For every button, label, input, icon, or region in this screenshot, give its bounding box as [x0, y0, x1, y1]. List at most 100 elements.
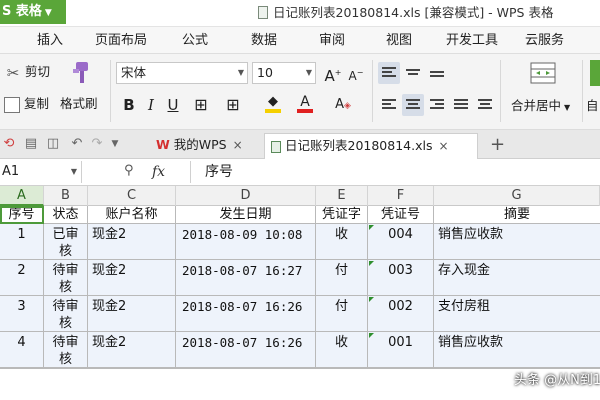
menu-insert[interactable]: 插入 — [37, 27, 63, 54]
align-right-button[interactable] — [426, 94, 448, 116]
cell-seq[interactable]: 2 — [0, 260, 44, 296]
ribbon-divider — [500, 60, 501, 122]
column-header-f[interactable]: F — [368, 186, 434, 206]
undo-icon[interactable]: ↶ — [68, 135, 86, 153]
cell-voucher-type[interactable]: 收 — [316, 224, 368, 260]
close-icon[interactable]: × — [233, 138, 243, 152]
cell-voucher-no[interactable]: 003 — [368, 260, 434, 296]
menu-page-layout[interactable]: 页面布局 — [95, 27, 147, 54]
new-tab-button[interactable]: + — [484, 133, 505, 159]
app-menu-button[interactable]: S 表格 ▼ — [0, 0, 66, 24]
tab-document[interactable]: 日记账列表20180814.xls × — [264, 133, 478, 159]
menu-data[interactable]: 数据 — [251, 27, 277, 54]
underline-button[interactable]: U — [162, 94, 184, 116]
merge-center-button[interactable]: 合并居中 ▼ — [511, 94, 570, 118]
cell-status[interactable]: 待审 核 — [44, 296, 88, 332]
cell-account[interactable]: 现金2 — [88, 260, 176, 296]
header-cell-voucher-type[interactable]: 凭证字 — [316, 206, 368, 224]
menu-formulas[interactable]: 公式 — [182, 27, 208, 54]
empty-row — [0, 368, 600, 400]
cell-summary[interactable]: 支付房租 — [434, 296, 600, 332]
header-cell-account[interactable]: 账户名称 — [88, 206, 176, 224]
shrink-font-icon[interactable]: A− — [345, 62, 367, 84]
formula-input[interactable]: 序号 — [190, 161, 600, 183]
cell-account[interactable]: 现金2 — [88, 224, 176, 260]
wrap-text-button[interactable]: 自 — [586, 94, 599, 118]
column-header-a[interactable]: A — [0, 186, 44, 206]
menu-review[interactable]: 审阅 — [319, 27, 345, 54]
align-middle-button[interactable] — [402, 62, 424, 84]
wrap-text-icon — [590, 60, 600, 86]
name-box[interactable]: A1 ▼ — [0, 161, 82, 183]
cell-voucher-type[interactable]: 收 — [316, 332, 368, 368]
cell-status[interactable]: 已审 核 — [44, 224, 88, 260]
cell-account[interactable]: 现金2 — [88, 296, 176, 332]
cell-seq[interactable]: 3 — [0, 296, 44, 332]
font-color-icon[interactable]: A — [294, 94, 316, 116]
cell-seq[interactable]: 1 — [0, 224, 44, 260]
copy-label: 复制 — [24, 96, 50, 111]
cell-voucher-no[interactable]: 002 — [368, 296, 434, 332]
title-bar: S 表格 ▼ 日记账列表20180814.xls [兼容模式] - WPS 表格 — [0, 0, 600, 27]
column-header-e[interactable]: E — [316, 186, 368, 206]
border-icon[interactable]: ⊞ — [190, 94, 212, 116]
redo-icon[interactable]: ↷ — [88, 135, 106, 153]
font-size-value: 10 — [257, 65, 273, 80]
cell-voucher-no[interactable]: 001 — [368, 332, 434, 368]
chevron-down-icon[interactable]: ▼ — [106, 135, 124, 153]
clear-format-icon[interactable]: A◈ — [332, 94, 354, 116]
format-painter-button[interactable]: 格式刷 — [60, 92, 98, 116]
insert-function-button[interactable]: fx — [152, 161, 165, 183]
font-name-select[interactable]: 宋体 ▼ — [116, 62, 248, 84]
watermark-text: 头条 @从N到1 — [514, 373, 600, 388]
justify-button[interactable] — [450, 94, 472, 116]
cell-status[interactable]: 待审 核 — [44, 260, 88, 296]
align-center-button[interactable] — [402, 94, 424, 116]
distribute-button[interactable] — [474, 94, 496, 116]
cell-summary[interactable]: 存入现金 — [434, 260, 600, 296]
cell-summary[interactable]: 销售应收款 — [434, 224, 600, 260]
header-cell-summary[interactable]: 摘要 — [434, 206, 600, 224]
column-header-b[interactable]: B — [44, 186, 88, 206]
cell-account[interactable]: 现金2 — [88, 332, 176, 368]
menu-view[interactable]: 视图 — [386, 27, 412, 54]
header-cell-seq[interactable]: 序号 — [0, 206, 44, 224]
print-preview-icon[interactable]: ◫ — [44, 135, 62, 153]
tab-my-wps[interactable]: W 我的WPS × — [150, 133, 262, 159]
cell-date[interactable]: 2018-08-07 16:27 — [176, 260, 316, 296]
copy-button[interactable]: 复制 — [4, 92, 49, 116]
font-size-select[interactable]: 10 ▼ — [252, 62, 316, 84]
print-icon[interactable]: ▤ — [22, 135, 40, 153]
align-left-button[interactable] — [378, 94, 400, 116]
cell-date[interactable]: 2018-08-07 16:26 — [176, 332, 316, 368]
column-header-g[interactable]: G — [434, 186, 600, 206]
bold-button[interactable]: B — [118, 94, 140, 116]
header-cell-date[interactable]: 发生日期 — [176, 206, 316, 224]
header-cell-status[interactable]: 状态 — [44, 206, 88, 224]
cut-button[interactable]: ✂ 剪切 — [4, 60, 50, 84]
align-bottom-button[interactable] — [426, 62, 448, 84]
header-cell-voucher-no[interactable]: 凭证号 — [368, 206, 434, 224]
cell-style-icon[interactable]: ⊞ — [222, 94, 244, 116]
cell-seq[interactable]: 4 — [0, 332, 44, 368]
cell-date[interactable]: 2018-08-07 16:26 — [176, 296, 316, 332]
close-icon[interactable]: × — [438, 139, 448, 153]
cell-status[interactable]: 待审 核 — [44, 332, 88, 368]
cell-date[interactable]: 2018-08-09 10:08 — [176, 224, 316, 260]
merge-center-label: 合并居中 — [511, 98, 562, 113]
cell-voucher-no[interactable]: 004 — [368, 224, 434, 260]
grow-font-icon[interactable]: A+ — [322, 62, 344, 85]
cell-voucher-type[interactable]: 付 — [316, 296, 368, 332]
open-icon[interactable]: ⟲ — [0, 135, 18, 153]
menu-cloud-services[interactable]: 云服务 — [525, 27, 564, 54]
fill-color-icon[interactable]: ◆ — [262, 94, 284, 116]
italic-button[interactable]: I — [140, 94, 162, 116]
ribbon: ✂ 剪切 复制 格式刷 宋体 ▼ 10 ▼ A+ A− B I U ⊞ ⊞ ◆ A A… — [0, 54, 600, 130]
cell-summary[interactable]: 销售应收款 — [434, 332, 600, 368]
cell-voucher-type[interactable]: 付 — [316, 260, 368, 296]
menu-developer[interactable]: 开发工具 — [446, 27, 498, 54]
align-top-button[interactable] — [378, 62, 400, 84]
column-header-c[interactable]: C — [88, 186, 176, 206]
column-header-d[interactable]: D — [176, 186, 316, 206]
zoom-icon[interactable]: ⚲ — [124, 163, 140, 179]
